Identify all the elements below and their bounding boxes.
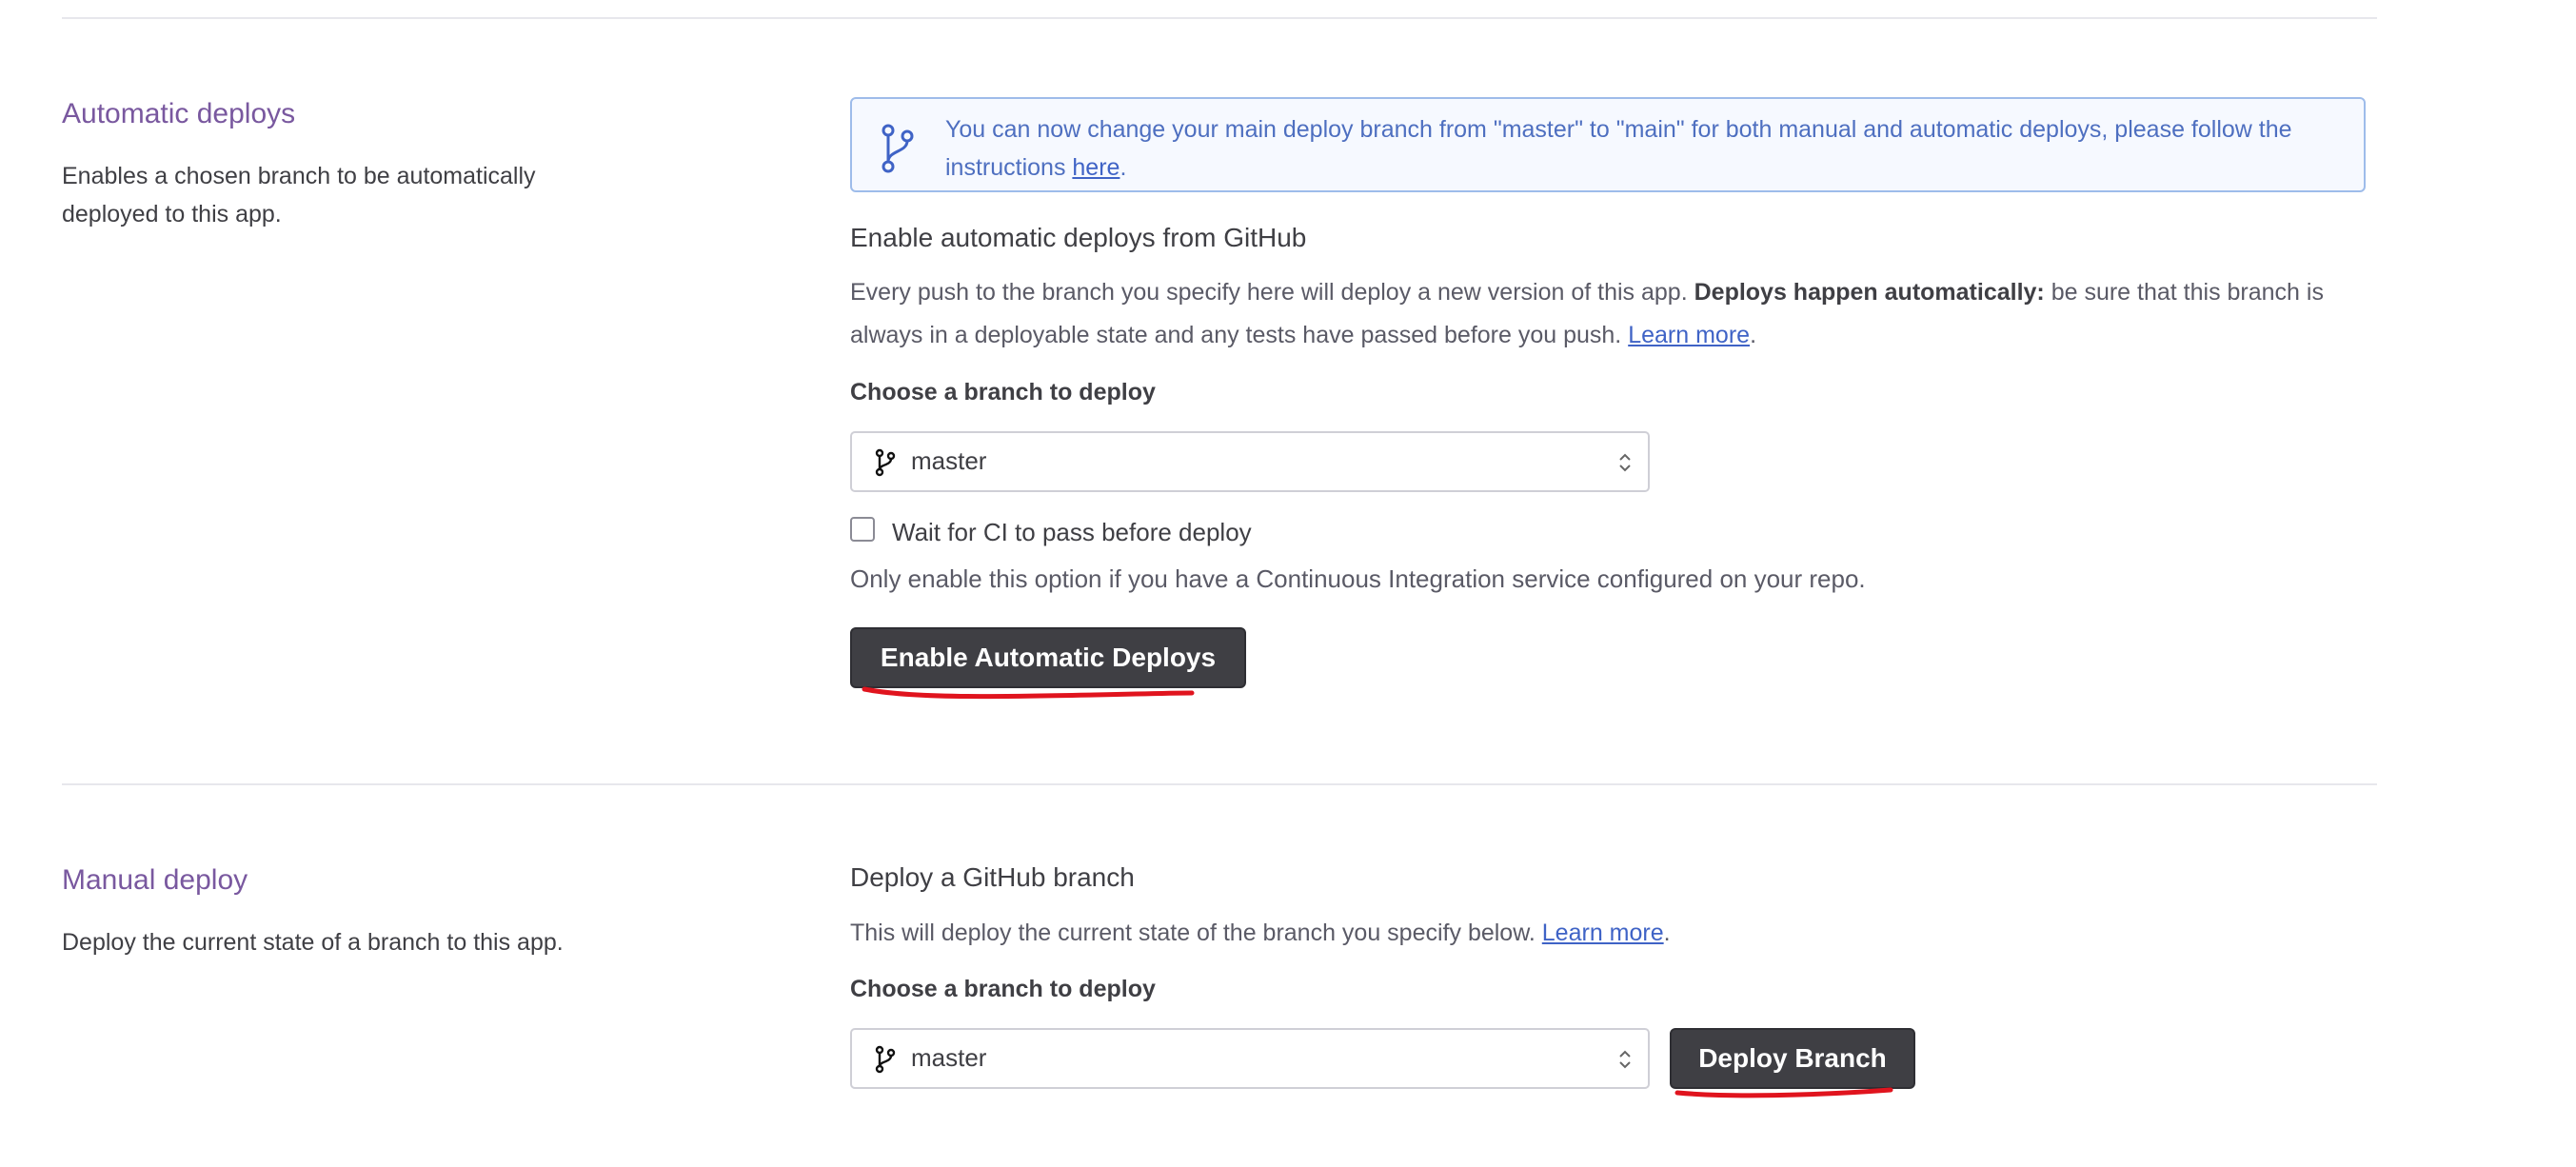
manual-branch-select[interactable]: master: [850, 1028, 1650, 1089]
chevron-up-down-icon: [1619, 1050, 1631, 1069]
notice-text: You can now change your main deploy bran…: [945, 116, 2292, 181]
ci-hint-text: Only enable this option if you have a Co…: [850, 564, 1866, 593]
manual-deploy-description: Deploy the current state of a branch to …: [62, 929, 564, 956]
manual-deploy-title: Manual deploy: [62, 864, 248, 896]
manual-heading: Deploy a GitHub branch: [850, 862, 1135, 892]
automatic-heading: Enable automatic deploys from GitHub: [850, 223, 1307, 252]
section-divider: [62, 783, 2377, 785]
top-divider: [62, 17, 2377, 19]
automatic-branch-select[interactable]: master: [850, 431, 1650, 492]
manual-choose-branch-label: Choose a branch to deploy: [850, 976, 1156, 1002]
automatic-deploys-description: Enables a chosen branch to be automatica…: [62, 163, 536, 227]
branch-icon: [875, 448, 896, 477]
automatic-learn-more-link[interactable]: Learn more: [1628, 322, 1750, 348]
manual-learn-more-link[interactable]: Learn more: [1542, 920, 1664, 946]
automatic-branch-value: master: [911, 446, 987, 475]
automatic-deploys-title: Automatic deploys: [62, 98, 296, 129]
chevron-up-down-icon: [1619, 453, 1631, 472]
notice-here-link[interactable]: here: [1072, 154, 1120, 181]
branch-icon: [875, 1045, 896, 1074]
wait-for-ci-checkbox[interactable]: [850, 517, 875, 542]
wait-for-ci-label[interactable]: Wait for CI to pass before deploy: [892, 518, 1252, 547]
deploy-branch-button[interactable]: Deploy Branch: [1670, 1028, 1915, 1089]
automatic-choose-branch-label: Choose a branch to deploy: [850, 379, 1156, 405]
enable-automatic-deploys-button[interactable]: Enable Automatic Deploys: [850, 627, 1246, 688]
git-branch-icon: [882, 124, 914, 173]
automatic-explanation: Every push to the branch you specify her…: [850, 279, 2324, 348]
manual-explanation: This will deploy the current state of th…: [850, 920, 1671, 946]
manual-branch-value: master: [911, 1043, 987, 1072]
branch-change-notice: You can now change your main deploy bran…: [850, 97, 2366, 192]
